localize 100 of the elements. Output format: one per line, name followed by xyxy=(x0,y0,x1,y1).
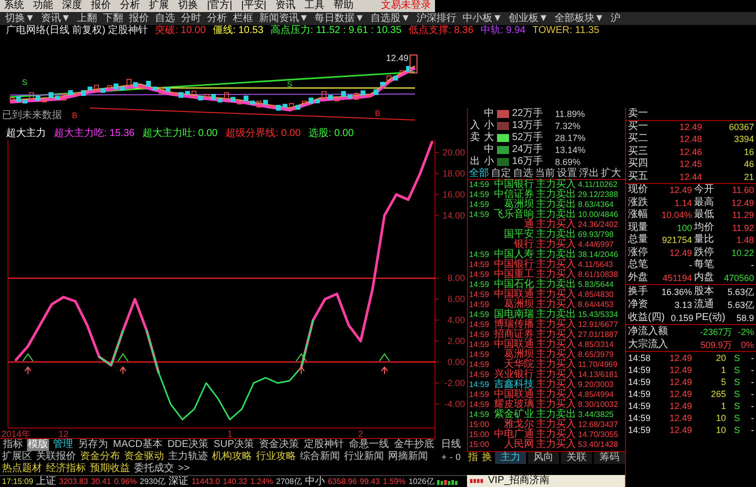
flow-filter-tab[interactable]: 浮出 xyxy=(579,168,599,180)
panel-tab[interactable]: 筹码 xyxy=(594,452,625,464)
toolbar-button[interactable]: 分时 xyxy=(180,12,202,25)
stock-name[interactable]: 中国石化 xyxy=(492,280,534,290)
menu-item[interactable]: 功能 xyxy=(33,0,53,12)
indicator-tab[interactable]: 指标 xyxy=(2,439,24,451)
menu-item[interactable]: 切换 xyxy=(178,0,198,12)
toolbar-button[interactable]: 栏框 xyxy=(232,12,254,25)
panel-tab[interactable]: 风向 xyxy=(528,452,559,464)
zoom-button[interactable]: - xyxy=(450,451,453,463)
stock-name[interactable]: 葛洲坝 xyxy=(492,300,534,310)
flow-filter-tab[interactable]: 自定 xyxy=(491,168,511,180)
toolbar-button[interactable]: 全部板块▼ xyxy=(553,12,606,25)
stock-name[interactable]: 中电广通 xyxy=(492,430,534,440)
flow-amount: 24万手 xyxy=(512,144,544,156)
stat-label: 最高 xyxy=(693,196,714,209)
toolbar-button[interactable]: 沪深排行 xyxy=(416,12,458,25)
stock-name[interactable]: 吉鑫科技 xyxy=(492,380,534,390)
menu-item[interactable]: 资讯 xyxy=(275,0,296,12)
trade-type: 主力卖出 xyxy=(535,190,577,200)
extension-tab[interactable]: 资金分布 xyxy=(80,451,120,463)
indicator-tab[interactable]: MACD基本 xyxy=(112,439,164,451)
toolbar-button[interactable]: 上翻 xyxy=(76,12,98,25)
toolbar-button[interactable]: 中小板▼ xyxy=(462,12,504,25)
toolbar-button[interactable]: 资讯▼ xyxy=(40,12,72,25)
extension-tab[interactable]: 行业攻略 xyxy=(256,451,296,463)
toolbar-button[interactable]: 创业板▼ xyxy=(507,12,550,25)
toolbar-button[interactable]: 下翻 xyxy=(102,12,124,25)
stock-name[interactable]: 银行 xyxy=(492,240,534,250)
panel-tab[interactable]: 关联 xyxy=(561,452,592,464)
depth-label: 买四 xyxy=(628,158,649,170)
extension-tab[interactable]: 委托成交 xyxy=(134,463,174,475)
stat-label: 流通 xyxy=(693,298,714,310)
stock-name[interactable]: 国电南瑞 xyxy=(492,310,534,320)
stock-name[interactable]: 中国银行 xyxy=(492,180,534,190)
toolbar-button[interactable]: 沪 xyxy=(609,12,622,25)
flow-filter-tab[interactable]: 当前 xyxy=(535,168,555,180)
flow-filter-tab[interactable]: 设置 xyxy=(557,168,577,180)
stock-name[interactable]: 中国重工 xyxy=(492,270,534,280)
extension-tab[interactable]: 预期收益 xyxy=(90,463,130,475)
stock-name[interactable]: 中国银行 xyxy=(492,260,534,270)
menu-item[interactable]: 分析 xyxy=(120,0,140,12)
shortcut-button[interactable]: 指 xyxy=(467,452,479,464)
extension-tab[interactable]: >> xyxy=(178,463,190,475)
menu-item[interactable]: 工具 xyxy=(304,0,324,12)
menu-item[interactable]: 报价 xyxy=(91,0,111,12)
extension-tab[interactable]: 机构攻略 xyxy=(212,451,252,463)
stock-name[interactable]: 葛洲坝 xyxy=(492,350,534,360)
tick-volume: 5 xyxy=(720,376,726,388)
indicator-tab[interactable]: 资金决策 xyxy=(258,439,300,451)
indicator-tab[interactable]: 命悬一线 xyxy=(348,439,390,451)
stock-name[interactable]: 天华院 xyxy=(492,360,534,370)
extension-tab[interactable]: 热点题材 xyxy=(2,463,42,475)
index-amount: 2708亿 xyxy=(276,476,302,487)
flow-size-label: 大 xyxy=(484,132,494,144)
toolbar-button[interactable]: 每日数据▼ xyxy=(314,12,366,25)
panel-tab[interactable]: 主力 xyxy=(495,452,526,464)
tick-time: 14:59 xyxy=(628,424,652,436)
index-amount: 2930亿 xyxy=(140,476,166,487)
indicator-tab[interactable]: 模版 xyxy=(27,439,49,451)
stock-name[interactable]: 国平安 xyxy=(492,230,534,240)
toolbar-button[interactable]: 切换▼ xyxy=(4,12,36,25)
toolbar-button[interactable]: 分析 xyxy=(206,12,228,25)
tick-volume: 10 xyxy=(714,412,726,424)
stock-name[interactable]: 中国人寿 xyxy=(492,250,534,260)
stock-name[interactable]: 兴业银行 xyxy=(492,370,534,380)
extension-tab[interactable]: 经济指标 xyxy=(46,463,86,475)
toolbar-button[interactable]: 新闻资讯▼ xyxy=(258,12,310,25)
stock-name[interactable]: 雅戈尔 xyxy=(492,420,534,430)
stock-name[interactable]: 招商证券 xyxy=(492,330,534,340)
axis-label: 20.00 xyxy=(442,148,465,158)
flow-filter-tab[interactable]: 扩大 xyxy=(601,168,621,180)
toolbar-button[interactable]: 自选股▼ xyxy=(370,12,412,25)
indicator-tab[interactable]: DDE决策 xyxy=(166,439,210,451)
stock-name[interactable]: 通 xyxy=(492,220,534,230)
stock-name[interactable]: 人民网 xyxy=(492,440,534,450)
flow-filter-tab[interactable]: 全部 xyxy=(469,168,489,180)
flow-filter-tab[interactable]: 自选 xyxy=(513,168,533,180)
toolbar-button[interactable]: 自选 xyxy=(154,12,176,25)
shortcut-button[interactable]: 换 xyxy=(481,452,493,464)
stock-name[interactable]: 紫金矿业 xyxy=(492,410,534,420)
extension-tab[interactable]: 资金驱动 xyxy=(124,451,164,463)
stock-name[interactable]: 中信证券 xyxy=(492,190,534,200)
indicator-tab[interactable]: 另存为 xyxy=(77,439,109,451)
zoom-button[interactable]: 0 xyxy=(456,451,461,463)
menu-item[interactable]: 帮助 xyxy=(333,0,354,12)
trade-time: 14:59 xyxy=(469,400,490,410)
indicator-tab[interactable]: SUP决策 xyxy=(212,439,256,451)
stock-name[interactable]: 耀皮玻璃 xyxy=(492,400,534,410)
stock-name[interactable]: 飞乐音响 xyxy=(492,210,534,220)
stock-name[interactable]: 中国联通 xyxy=(492,340,534,350)
stock-name[interactable]: 中国联通 xyxy=(492,290,534,300)
period-label[interactable]: 日线 xyxy=(435,439,467,451)
toolbar-button[interactable]: 报价 xyxy=(128,12,150,25)
stock-name[interactable]: 博瑞传播 xyxy=(492,320,534,330)
stock-name[interactable]: 葛洲坝 xyxy=(492,200,534,210)
depth-label: 买五 xyxy=(628,170,649,183)
stock-name[interactable]: 中国联通 xyxy=(492,390,534,400)
zoom-button[interactable]: + xyxy=(441,451,447,463)
indicator-tab[interactable]: 管理 xyxy=(52,439,74,451)
